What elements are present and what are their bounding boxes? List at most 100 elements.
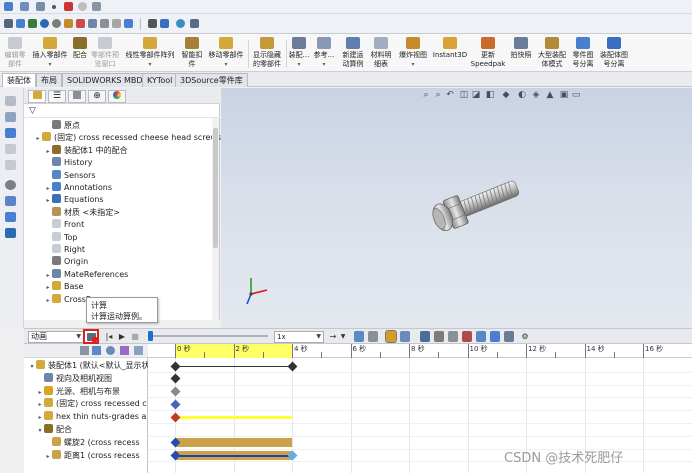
playback-speed-select[interactable]: 1x ▼ bbox=[274, 331, 324, 343]
rotate-icon[interactable] bbox=[28, 19, 37, 28]
motion-tree-item[interactable]: ▾ 配合 bbox=[36, 424, 158, 437]
timeline-key-point[interactable] bbox=[170, 386, 180, 397]
exploded-view-button[interactable]: 爆炸视图 ▾ bbox=[396, 37, 430, 71]
expand-toggle-icon[interactable]: ▸ bbox=[36, 412, 44, 424]
timeline-key-point[interactable] bbox=[170, 412, 180, 423]
tree-item[interactable]: Origin bbox=[44, 256, 88, 268]
motion-tree-item[interactable]: ▸ hex thin nuts-grades a bbox=[36, 411, 158, 424]
previous-view-icon[interactable]: ↶ bbox=[445, 90, 455, 100]
graphics-area[interactable]: ⌕ ⌕ ↶ ◫ ◪ ◧ ◆ ◐ ◈ ▲ ▣ ▭ bbox=[221, 88, 692, 328]
playback-mode-icon[interactable]: → bbox=[328, 331, 338, 342]
tree-scrollbar[interactable] bbox=[212, 118, 219, 320]
screw-and-nut-model[interactable] bbox=[421, 176, 531, 236]
tree-item[interactable]: ▸ Equations bbox=[44, 194, 104, 206]
dropdown-arrow[interactable]: ▾ bbox=[288, 60, 310, 69]
filter-icon[interactable] bbox=[112, 19, 121, 28]
tree-item[interactable]: 材质 <未指定> bbox=[44, 206, 120, 219]
expand-toggle-icon[interactable]: ▸ bbox=[34, 133, 42, 145]
gear-icon[interactable]: ⚙ bbox=[520, 331, 530, 342]
filter-icon[interactable]: ▽ bbox=[29, 106, 36, 116]
playback-slider-handle[interactable] bbox=[148, 331, 153, 341]
stop-icon[interactable]: ■ bbox=[130, 331, 140, 342]
tab-3dsource[interactable]: 3DSource零件库 bbox=[175, 73, 248, 87]
expand-toggle-icon[interactable]: ▸ bbox=[44, 183, 52, 195]
timeline-ruler[interactable]: 0 秒 2 秒 4 秒 6 秒 8 秒 10 秒 12 秒 14 秒 16 秒 bbox=[148, 344, 692, 358]
hide-show-icon[interactable] bbox=[5, 160, 16, 170]
expand-toggle-icon[interactable]: ▾ bbox=[36, 425, 44, 437]
expand-toggle-icon[interactable]: ▸ bbox=[44, 146, 52, 158]
smart-fasteners-button[interactable]: 智能扣 件 bbox=[180, 37, 204, 71]
force-icon[interactable] bbox=[462, 331, 472, 342]
zoom-icon[interactable] bbox=[5, 112, 16, 122]
tree-item[interactable]: History bbox=[44, 157, 92, 169]
contact-icon[interactable] bbox=[476, 331, 486, 342]
new-motion-study-button[interactable]: 新建运 动算例 bbox=[340, 37, 366, 71]
configuration-manager-tab[interactable] bbox=[68, 90, 86, 103]
tree-item[interactable]: ▸ Annotations bbox=[44, 182, 112, 194]
expand-toggle-icon[interactable]: ▸ bbox=[44, 195, 52, 207]
distance-change-bar[interactable] bbox=[175, 454, 292, 457]
light-icon[interactable] bbox=[78, 2, 87, 11]
tab-solidworks-mbd[interactable]: SOLIDWORKS MBD bbox=[62, 73, 148, 87]
edit-component-button[interactable]: 编辑零 部件 bbox=[2, 37, 28, 71]
expand-toggle-icon[interactable]: ▸ bbox=[44, 295, 52, 307]
timeline-key-point[interactable] bbox=[287, 361, 297, 371]
dimxpert-manager-tab[interactable]: ⊕ bbox=[88, 90, 106, 103]
timeline-key-point[interactable] bbox=[170, 361, 180, 371]
expand-toggle-icon[interactable]: ▸ bbox=[44, 282, 52, 294]
show-hidden-components-button[interactable]: 显示隐藏 的零部件 bbox=[250, 37, 284, 71]
view-orientation-icon[interactable]: ◧ bbox=[485, 90, 495, 100]
appearance-icon[interactable] bbox=[5, 180, 16, 190]
timeline-key-point[interactable] bbox=[170, 373, 180, 384]
assembly-icon[interactable] bbox=[4, 2, 13, 11]
gravity-icon[interactable] bbox=[490, 331, 500, 342]
motion-tree-item[interactable]: ▸ (固定) cross recessed c bbox=[36, 398, 158, 411]
motion-tree-item[interactable]: ▸ 光源、相机与布景 bbox=[36, 385, 158, 399]
color-icon[interactable] bbox=[76, 19, 85, 28]
filter-edge-icon[interactable] bbox=[160, 19, 169, 28]
tree-filter-row[interactable]: ▽ bbox=[24, 105, 220, 118]
damper-icon[interactable] bbox=[448, 331, 458, 342]
component-preview-button[interactable]: 零部件预 览窗口 bbox=[90, 37, 120, 71]
chevron-down-icon[interactable]: ▼ bbox=[338, 331, 348, 342]
large-assembly-mode-button[interactable]: 大型装配 体模式 bbox=[536, 37, 568, 71]
expand-toggle-icon[interactable]: ▾ bbox=[28, 361, 36, 373]
display-style-icon[interactable] bbox=[5, 144, 16, 154]
tree-item[interactable]: Sensors bbox=[44, 169, 96, 182]
mate-button[interactable]: 配合 bbox=[71, 37, 89, 71]
filter-animated-icon[interactable] bbox=[80, 346, 89, 355]
hide-show-items-icon[interactable]: ◐ bbox=[517, 90, 527, 100]
save-animation-icon[interactable] bbox=[354, 331, 364, 342]
dropdown-arrow[interactable]: ▾ bbox=[396, 60, 430, 69]
mate-icon[interactable] bbox=[100, 19, 109, 28]
sketch-line-icon[interactable] bbox=[20, 2, 29, 11]
select-icon[interactable] bbox=[4, 19, 13, 28]
expand-toggle-icon[interactable]: ▸ bbox=[36, 399, 44, 411]
add-key-icon[interactable] bbox=[400, 331, 410, 342]
edit-appearance-icon[interactable]: ◈ bbox=[531, 90, 541, 100]
dropdown-arrow[interactable]: ▾ bbox=[206, 60, 246, 69]
take-snapshot-button[interactable]: 拍快照 bbox=[508, 37, 534, 71]
camera-icon[interactable] bbox=[92, 2, 101, 11]
dynamic-annotation-icon[interactable]: ◪ bbox=[471, 90, 481, 100]
study-type-select[interactable]: 动画 ▼ bbox=[28, 331, 84, 343]
gear-icon[interactable] bbox=[52, 19, 61, 28]
motion-tree-item[interactable]: 视向及相机视图 bbox=[36, 372, 158, 386]
play-icon[interactable]: ▶ bbox=[117, 331, 127, 342]
tree-item[interactable]: Top bbox=[44, 231, 78, 244]
move-component-button[interactable]: 移动零部件 ▾ bbox=[206, 37, 246, 71]
motion-tree-item[interactable]: ▾ 装配体1 (默认<默认_显示状 bbox=[28, 360, 150, 373]
feature-manager-tab[interactable] bbox=[28, 90, 46, 103]
rewind-icon[interactable]: |◂ bbox=[104, 331, 114, 342]
scene-icon[interactable] bbox=[5, 196, 16, 206]
animation-wizard-icon[interactable] bbox=[368, 331, 378, 342]
tree-item[interactable]: 原点 bbox=[44, 120, 80, 132]
linear-pattern-button[interactable]: 线性零部件阵列 ▾ bbox=[122, 37, 178, 71]
dropdown-arrow[interactable]: ▾ bbox=[122, 60, 178, 69]
view-settings-icon[interactable]: ▣ bbox=[559, 90, 569, 100]
timeline-key-point[interactable] bbox=[170, 399, 180, 410]
tab-kytool[interactable]: KYTool bbox=[142, 73, 178, 87]
zoom-fit-icon[interactable]: ⌕ bbox=[421, 90, 431, 100]
calculate-button[interactable] bbox=[83, 329, 99, 344]
section-view-icon[interactable]: ◫ bbox=[459, 90, 469, 100]
